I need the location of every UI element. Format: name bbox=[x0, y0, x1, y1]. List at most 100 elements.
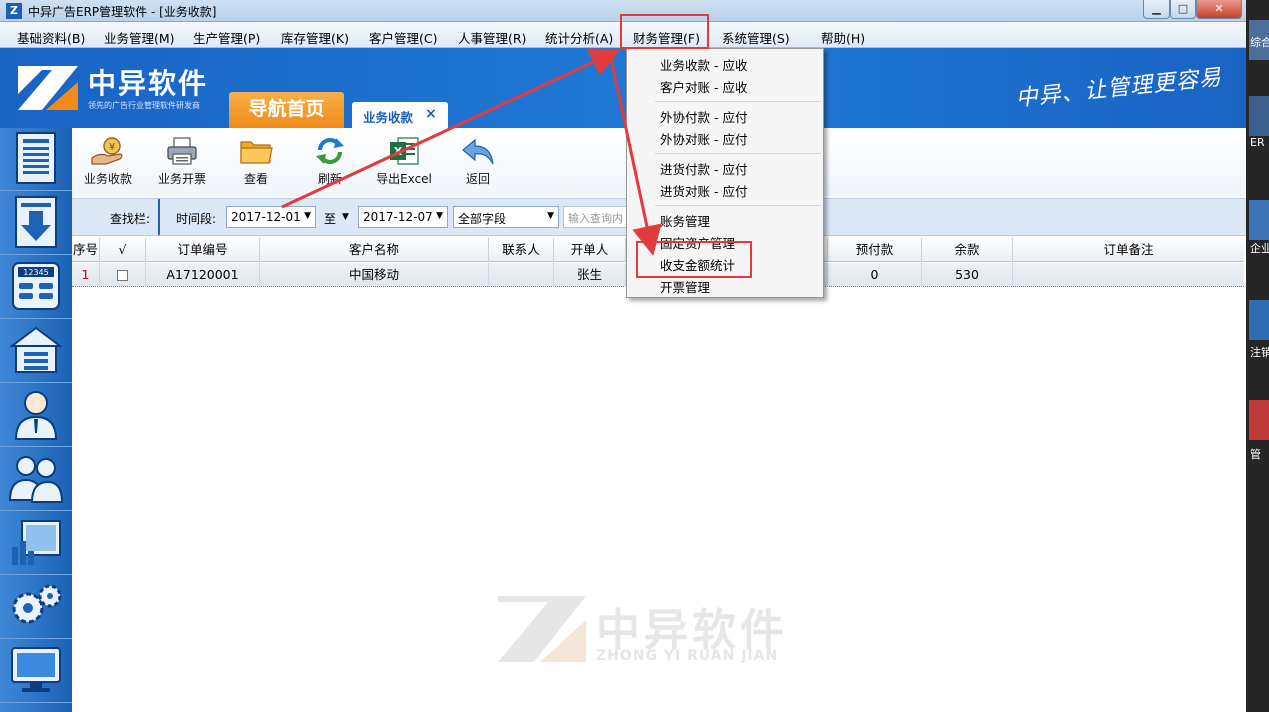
menu-item-purchase-reconcile[interactable]: 进货对账 - 应付 bbox=[660, 181, 747, 200]
col-note[interactable]: 订单备注 bbox=[1013, 238, 1244, 262]
tab-business-receipt[interactable]: 业务收款 × bbox=[352, 102, 448, 128]
cell-note bbox=[1013, 263, 1244, 287]
desktop-label-4: 注销 bbox=[1250, 346, 1269, 359]
watermark-logo-icon bbox=[498, 596, 586, 662]
desktop-label-5: 管 bbox=[1250, 448, 1261, 461]
to-label: 至 bbox=[324, 212, 337, 226]
refresh-icon bbox=[316, 138, 344, 164]
settings-module-icon[interactable] bbox=[8, 578, 64, 634]
svg-text:¥: ¥ bbox=[109, 142, 115, 153]
query-placeholder: 输入查询内 bbox=[568, 212, 623, 225]
col-check[interactable]: √ bbox=[100, 238, 146, 262]
menu-customer[interactable]: 客户管理(C) bbox=[369, 28, 437, 47]
col-prepaid[interactable]: 预付款 bbox=[828, 238, 922, 262]
group-module-icon[interactable] bbox=[8, 450, 64, 506]
toolbar-refresh-label: 刷新 bbox=[317, 172, 342, 186]
minimize-button[interactable]: ▁ bbox=[1143, 0, 1170, 19]
warehouse-module-icon[interactable] bbox=[8, 322, 64, 378]
period-label: 时间段: bbox=[176, 212, 217, 226]
window-title: 中异广告ERP管理软件 - [业务收款] bbox=[28, 5, 217, 19]
field-select[interactable]: 全部字段 ▼ bbox=[453, 206, 559, 228]
monitor-module-icon[interactable] bbox=[8, 642, 64, 698]
toolbar-receipt-button[interactable]: ¥ 业务收款 bbox=[78, 136, 138, 187]
close-icon: ✕ bbox=[1214, 2, 1224, 15]
nav-home-tab[interactable]: 导航首页 bbox=[229, 92, 344, 128]
report-module-icon[interactable] bbox=[8, 514, 64, 570]
menu-help[interactable]: 帮助(H) bbox=[821, 28, 865, 47]
maximize-button[interactable]: □ bbox=[1170, 0, 1196, 19]
left-module-bar: 12345 bbox=[0, 128, 72, 712]
excel-icon: X bbox=[390, 137, 419, 165]
finance-menu-highlight bbox=[620, 14, 709, 49]
logo-subtitle: 领先的广告行业管理软件研发商 bbox=[88, 101, 200, 110]
company-logo-icon bbox=[18, 66, 78, 110]
menu-production[interactable]: 生产管理(P) bbox=[193, 28, 260, 47]
desktop-label-2: ER bbox=[1250, 136, 1265, 149]
col-order-no[interactable]: 订单编号 bbox=[146, 238, 260, 262]
svg-text:X: X bbox=[394, 145, 403, 158]
toolbar-refresh-button[interactable]: 刷新 bbox=[300, 136, 360, 187]
menu-item-invoice-mgmt[interactable]: 开票管理 bbox=[660, 277, 710, 296]
maximize-icon: □ bbox=[1177, 2, 1189, 15]
watermark-en: ZHONG YI RUAN JIAN bbox=[596, 648, 779, 664]
folder-icon bbox=[240, 141, 273, 164]
toolbar-view-button[interactable]: 查看 bbox=[226, 136, 286, 187]
col-creator[interactable]: 开单人 bbox=[554, 238, 626, 262]
calculator-module-icon[interactable]: 12345 bbox=[8, 258, 64, 314]
to-dropdown-icon[interactable]: ▼ bbox=[342, 212, 349, 222]
cell-creator: 张生 bbox=[554, 263, 626, 287]
toolbar-invoice-button[interactable]: 业务开票 bbox=[152, 136, 212, 187]
user-module-icon[interactable] bbox=[8, 386, 64, 442]
chevron-down-icon: ▼ bbox=[436, 211, 443, 221]
toolbar-back-button[interactable]: 返回 bbox=[448, 136, 508, 187]
menu-inventory[interactable]: 库存管理(K) bbox=[281, 28, 349, 47]
tab-label: 业务收款 bbox=[363, 110, 414, 125]
col-balance[interactable]: 余款 bbox=[922, 238, 1013, 262]
desktop-label-3: 企业 bbox=[1250, 242, 1269, 255]
query-input[interactable]: 输入查询内 bbox=[563, 206, 633, 228]
menu-hr[interactable]: 人事管理(R) bbox=[458, 28, 526, 47]
document-module-icon[interactable] bbox=[8, 130, 64, 186]
menu-statistics[interactable]: 统计分析(A) bbox=[545, 28, 613, 47]
row-checkbox[interactable] bbox=[117, 270, 128, 281]
menu-item-accounts[interactable]: 账务管理 bbox=[660, 211, 710, 230]
col-customer[interactable]: 客户名称 bbox=[260, 238, 489, 262]
cell-customer: 中国移动 bbox=[260, 263, 489, 287]
menu-business[interactable]: 业务管理(M) bbox=[104, 28, 175, 47]
desktop-label-1: 综合 bbox=[1250, 36, 1269, 49]
app-logo-icon: Z bbox=[6, 3, 22, 19]
menu-item-customer-reconcile[interactable]: 客户对账 - 应收 bbox=[660, 77, 747, 96]
cell-check[interactable] bbox=[100, 263, 146, 287]
toolbar-export-excel-button[interactable]: X 导出Excel bbox=[374, 136, 434, 187]
slogan: 中异、让管理更容易 bbox=[1014, 65, 1224, 112]
minimize-icon: ▁ bbox=[1152, 2, 1161, 15]
menu-basic-data[interactable]: 基础资料(B) bbox=[17, 28, 85, 47]
chevron-down-icon: ▼ bbox=[547, 211, 554, 221]
back-arrow-icon bbox=[462, 138, 494, 165]
cell-contact bbox=[489, 263, 554, 287]
chevron-down-icon: ▼ bbox=[304, 211, 311, 221]
cell-prepaid: 0 bbox=[828, 263, 922, 287]
menu-item-purchase-payment[interactable]: 进货付款 - 应付 bbox=[660, 159, 747, 178]
col-contact[interactable]: 联系人 bbox=[489, 238, 554, 262]
tab-close-icon[interactable]: × bbox=[425, 106, 437, 122]
menu-system[interactable]: 系统管理(S) bbox=[722, 28, 790, 47]
date-to-select[interactable]: 2017-12-07 ▼ bbox=[358, 206, 448, 228]
close-button[interactable]: ✕ bbox=[1196, 0, 1242, 19]
toolbar-invoice-label: 业务开票 bbox=[157, 172, 206, 186]
watermark-logo: 中异软件 ZHONG YI RUAN JIAN bbox=[494, 590, 854, 670]
date-from-value: 2017-12-01 bbox=[231, 210, 301, 224]
col-index[interactable]: 序号 bbox=[72, 238, 100, 262]
app-window: Z 中异广告ERP管理软件 - [业务收款] ▁ □ ✕ 基础资料(B) 业务管… bbox=[0, 0, 1246, 712]
date-from-select[interactable]: 2017-12-01 ▼ bbox=[226, 206, 316, 228]
toolbar-receipt-label: 业务收款 bbox=[83, 172, 132, 186]
money-hand-icon: ¥ bbox=[91, 137, 123, 165]
menu-item-outsourcing-reconcile[interactable]: 外协对账 - 应付 bbox=[660, 129, 747, 148]
search-bar-label: 查找栏: bbox=[110, 212, 151, 226]
desktop-edge: 综合 ER 企业 注销 管 bbox=[1246, 0, 1269, 712]
menu-item-outsourcing-payment[interactable]: 外协付款 - 应付 bbox=[660, 107, 747, 126]
svg-text:12345: 12345 bbox=[23, 268, 48, 277]
menu-item-business-receipt[interactable]: 业务收款 - 应收 bbox=[660, 55, 747, 74]
download-module-icon[interactable] bbox=[8, 194, 64, 250]
search-divider bbox=[158, 199, 160, 235]
